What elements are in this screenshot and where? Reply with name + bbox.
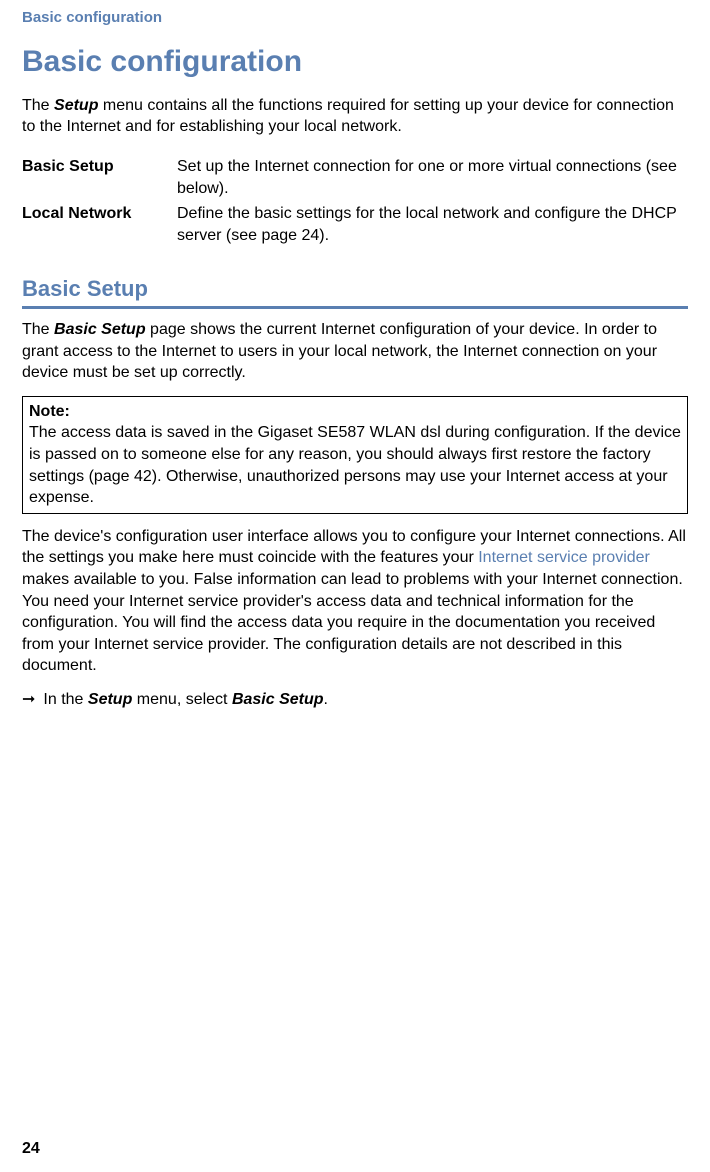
config-part2: makes available to you. False informatio… [22, 571, 683, 674]
arrow-icon: ➞ [22, 689, 35, 711]
instruction-b2: Basic Setup [232, 691, 324, 708]
section-intro-bold: Basic Setup [54, 321, 146, 338]
config-paragraph: The device's configuration user interfac… [22, 526, 688, 677]
page-number: 24 [22, 1138, 40, 1160]
definition-description: Set up the Internet connection for one o… [177, 156, 688, 199]
instruction-row: ➞ In the Setup menu, select Basic Setup. [22, 689, 688, 711]
intro-suffix: menu contains all the functions required… [22, 97, 674, 136]
instruction-p1: In the [43, 691, 87, 708]
section-heading: Basic Setup [22, 274, 688, 304]
running-header: Basic configuration [22, 8, 688, 28]
definition-row: Basic Setup Set up the Internet connecti… [22, 156, 688, 199]
section-rule [22, 306, 688, 309]
intro-prefix: The [22, 97, 54, 114]
intro-setup-word: Setup [54, 97, 98, 114]
definition-description: Define the basic settings for the local … [177, 203, 688, 246]
note-box: Note: The access data is saved in the Gi… [22, 396, 688, 514]
section-intro-paragraph: The Basic Setup page shows the current I… [22, 319, 688, 384]
definition-term: Basic Setup [22, 156, 177, 199]
note-body: The access data is saved in the Gigaset … [29, 422, 681, 508]
definition-term: Local Network [22, 203, 177, 246]
note-label: Note: [29, 401, 681, 423]
instruction-p3: . [324, 691, 328, 708]
instruction-text: In the Setup menu, select Basic Setup. [43, 689, 328, 711]
isp-link: Internet service provider [478, 549, 650, 566]
intro-paragraph: The Setup menu contains all the function… [22, 95, 688, 138]
chapter-title: Basic configuration [22, 42, 688, 83]
definition-row: Local Network Define the basic settings … [22, 203, 688, 246]
section-intro-prefix: The [22, 321, 54, 338]
definition-list: Basic Setup Set up the Internet connecti… [22, 156, 688, 246]
instruction-p2: menu, select [132, 691, 232, 708]
instruction-b1: Setup [88, 691, 132, 708]
